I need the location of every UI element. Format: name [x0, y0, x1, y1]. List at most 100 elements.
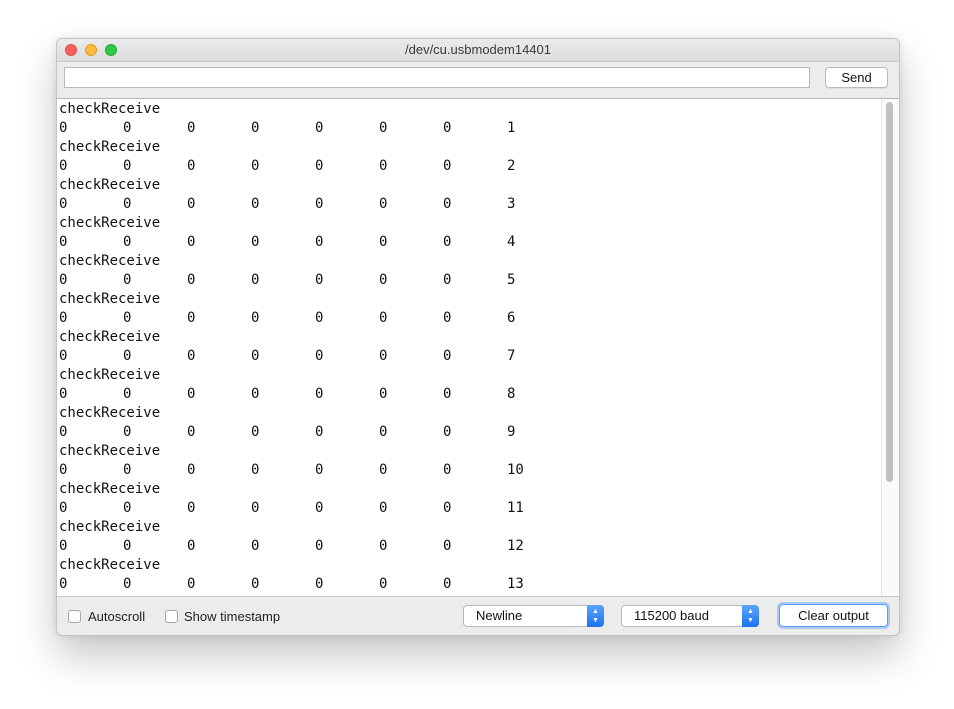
output-cell: 0 — [59, 158, 68, 174]
output-cell: 0 — [251, 310, 260, 326]
line-ending-value: Newline — [476, 608, 523, 623]
send-input[interactable] — [64, 67, 810, 88]
output-cell: 3 — [507, 196, 516, 212]
output-cell: 0 — [251, 462, 260, 478]
output-cell: 0 — [315, 310, 324, 326]
output-cell: 13 — [507, 576, 524, 592]
output-cell: 0 — [59, 196, 68, 212]
output-cell: 0 — [59, 500, 68, 516]
output-cell: 0 — [379, 272, 388, 288]
output-line-values: 0 0 0 0 0 0 0 2 — [59, 157, 571, 176]
output-cell: 8 — [507, 386, 516, 402]
output-cell: 0 — [251, 120, 260, 136]
output-cell: checkReceive — [59, 519, 161, 535]
output-cell: 0 — [59, 424, 68, 440]
output-line-values: 0 0 0 0 0 0 0 3 — [59, 195, 571, 214]
output-cell: 0 — [251, 348, 260, 364]
show-timestamp-label[interactable]: Show timestamp — [184, 609, 280, 624]
output-cell: 0 — [315, 348, 324, 364]
output-cell: 0 — [315, 500, 324, 516]
output-cell: 9 — [507, 424, 516, 440]
output-cell: 0 — [59, 120, 68, 136]
output-line-text: checkReceive — [59, 328, 571, 347]
output-cell: 0 — [59, 386, 68, 402]
output-cell: 0 — [379, 462, 388, 478]
output-line-values: 0 0 0 0 0 0 0 10 — [59, 461, 571, 480]
output-cell: 0 — [59, 538, 68, 554]
output-line-values: 0 0 0 0 0 0 0 13 — [59, 575, 571, 594]
chevron-updown-icon: ▲ ▼ — [587, 605, 604, 627]
output-cell: 0 — [123, 310, 132, 326]
output-cell: 0 — [379, 310, 388, 326]
send-button[interactable]: Send — [825, 67, 888, 88]
scrollbar[interactable] — [881, 99, 899, 596]
autoscroll-label[interactable]: Autoscroll — [88, 609, 145, 624]
line-ending-select[interactable]: Newline ▲ ▼ — [463, 605, 604, 627]
output-line-values: 0 0 0 0 0 0 0 1 — [59, 119, 571, 138]
output-cell: 0 — [187, 272, 196, 288]
output-line-values: 0 0 0 0 0 0 0 4 — [59, 233, 571, 252]
output-line-values: 0 0 0 0 0 0 0 12 — [59, 537, 571, 556]
output-line-text: checkReceive — [59, 138, 571, 157]
output-cell: 0 — [123, 234, 132, 250]
output-cell: 7 — [507, 348, 516, 364]
output-cell: 0 — [379, 500, 388, 516]
output-line-text: checkReceive — [59, 214, 571, 233]
show-timestamp-checkbox[interactable] — [165, 610, 178, 623]
output-cell: 1 — [507, 120, 516, 136]
output-cell: 12 — [507, 538, 524, 554]
output-cell: 0 — [251, 234, 260, 250]
output-cell: 0 — [315, 196, 324, 212]
scrollbar-thumb[interactable] — [886, 102, 893, 482]
output-cell: 0 — [123, 196, 132, 212]
output-line-text: checkReceive — [59, 366, 571, 385]
output-cell: 0 — [315, 234, 324, 250]
output-line-text: checkReceive — [59, 100, 571, 119]
output-cell: 0 — [379, 120, 388, 136]
output-cell: 0 — [123, 424, 132, 440]
output-lines: checkReceive 0 0 0 0 0 0 0 1 checkReceive 0 0 0 0 0 0 0 2… — [59, 100, 571, 596]
output-line-text: checkReceive — [59, 290, 571, 309]
output-cell: 0 — [443, 348, 452, 364]
autoscroll-checkbox[interactable] — [68, 610, 81, 623]
output-cell: checkReceive — [59, 443, 161, 459]
serial-output[interactable]: checkReceive 0 0 0 0 0 0 0 1 checkReceive 0 0 0 0 0 0 0 2… — [57, 98, 899, 597]
output-cell: 0 — [59, 462, 68, 478]
output-cell: checkReceive — [59, 405, 161, 421]
output-cell: 0 — [251, 196, 260, 212]
output-cell: 0 — [443, 462, 452, 478]
output-cell: 0 — [443, 424, 452, 440]
output-cell: 0 — [443, 120, 452, 136]
output-cell: 0 — [315, 576, 324, 592]
output-cell: 0 — [379, 576, 388, 592]
output-cell: checkReceive — [59, 215, 161, 231]
output-line-text: checkReceive — [59, 252, 571, 271]
output-cell: 5 — [507, 272, 516, 288]
output-line-text: checkReceive — [59, 442, 571, 461]
output-cell: 0 — [187, 234, 196, 250]
output-line-text: checkReceive — [59, 556, 571, 575]
output-cell: 0 — [251, 500, 260, 516]
clear-output-button[interactable]: Clear output — [779, 604, 888, 627]
output-cell: 0 — [443, 272, 452, 288]
baud-rate-select[interactable]: 115200 baud ▲ ▼ — [621, 605, 759, 627]
output-cell: 0 — [251, 576, 260, 592]
output-line-text: checkReceive — [59, 518, 571, 537]
output-cell: 0 — [187, 158, 196, 174]
output-line-text: checkReceive — [59, 480, 571, 499]
output-cell: 0 — [187, 424, 196, 440]
output-line-values: 0 0 0 0 0 0 0 7 — [59, 347, 571, 366]
output-cell: 0 — [443, 158, 452, 174]
output-cell: 0 — [315, 272, 324, 288]
output-cell: 0 — [443, 196, 452, 212]
output-cell: 0 — [123, 348, 132, 364]
output-cell: 0 — [251, 538, 260, 554]
output-cell: 0 — [59, 272, 68, 288]
output-cell: checkReceive — [59, 291, 161, 307]
output-cell: 0 — [187, 500, 196, 516]
output-cell: 11 — [507, 500, 524, 516]
output-line-values: 0 0 0 0 0 0 0 5 — [59, 271, 571, 290]
output-cell: 0 — [443, 576, 452, 592]
output-cell: 0 — [187, 386, 196, 402]
output-cell: 0 — [443, 310, 452, 326]
